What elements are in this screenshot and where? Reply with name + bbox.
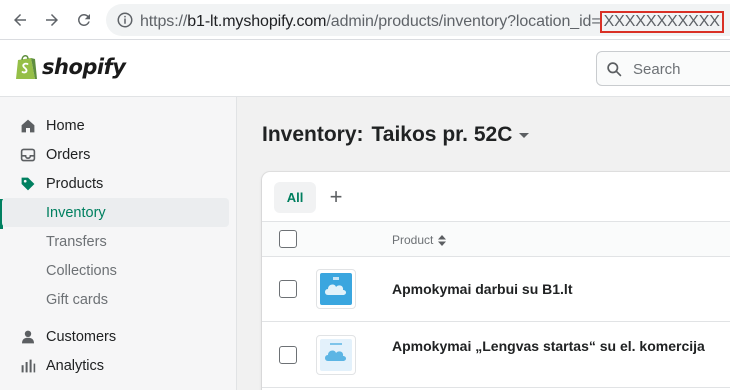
sidebar-item-inventory[interactable]: Inventory (2, 198, 229, 227)
home-icon (21, 119, 35, 133)
sort-icon (438, 234, 447, 246)
sidebar-item-label: Transfers (46, 233, 107, 250)
sidebar-item-orders[interactable]: Orders (0, 140, 237, 169)
page-title-text: Inventory: (262, 123, 364, 146)
add-view-button[interactable]: + (326, 186, 346, 208)
shopify-bag-icon (16, 55, 37, 79)
sidebar: Home Orders Products Inventory Transfers… (0, 97, 237, 390)
url-host: b1-lt.myshopify.com (187, 13, 327, 30)
url-path: /admin/products/inventory?location_id= (326, 13, 601, 30)
shopify-logo[interactable]: shopify (14, 53, 126, 81)
inbox-icon (20, 148, 36, 162)
cloud-icon (325, 277, 346, 295)
sidebar-item-label: Products (46, 175, 104, 192)
column-header-label: Product (392, 233, 434, 247)
sidebar-item-transfers[interactable]: Transfers (0, 227, 237, 256)
sidebar-item-label: Gift cards (46, 291, 109, 308)
redacted-location-id: XXXXXXXXXXX (599, 11, 724, 33)
sidebar-item-label: Home (46, 117, 85, 134)
search-input[interactable]: Search (596, 51, 730, 86)
sidebar-item-label: Orders (46, 146, 91, 163)
column-header-product[interactable]: Product (392, 233, 447, 247)
product-image (320, 339, 352, 371)
table-row[interactable]: Apmokymai darbui su B1.lt (262, 257, 730, 322)
site-info-icon[interactable] (116, 11, 134, 29)
cloud-icon (325, 343, 346, 361)
sidebar-item-analytics[interactable]: Analytics (0, 351, 237, 380)
forward-button[interactable] (40, 8, 64, 32)
sidebar-item-label: Customers (46, 328, 117, 345)
sidebar-item-label: Inventory (46, 204, 106, 221)
location-selector[interactable]: Taikos pr. 52C (372, 123, 513, 147)
search-icon (607, 62, 622, 77)
product-name[interactable]: Apmokymai darbui su B1.lt (392, 279, 712, 299)
table-header: Product (262, 221, 730, 257)
product-image (320, 273, 352, 305)
table-row[interactable]: Apmokymai „Lengvas startas“ su el. komer… (262, 323, 730, 388)
sidebar-item-products[interactable]: Products (0, 169, 237, 198)
url-text: https://b1-lt.myshopify.com/admin/produc… (140, 11, 724, 33)
person-icon (22, 330, 34, 344)
app-header: shopify Search (0, 40, 730, 97)
select-all-checkbox[interactable] (279, 230, 297, 248)
arrow-left-icon (14, 14, 26, 26)
row-checkbox[interactable] (279, 346, 297, 364)
sidebar-item-gift-cards[interactable]: Gift cards (0, 285, 237, 314)
url-prefix: https:// (140, 13, 188, 30)
reload-icon (77, 13, 90, 26)
caret-down-icon[interactable] (519, 132, 530, 138)
inventory-card: All + Product Apmokymai darbui su B1.lt … (262, 172, 730, 390)
product-thumbnail[interactable] (316, 335, 356, 375)
sidebar-item-customers[interactable]: Customers (0, 322, 237, 351)
sidebar-item-label: Collections (46, 262, 117, 279)
sidebar-item-label: Analytics (46, 357, 105, 374)
row-checkbox[interactable] (279, 280, 297, 298)
plus-icon: + (329, 184, 343, 209)
back-button[interactable] (8, 8, 32, 32)
sidebar-item-collections[interactable]: Collections (0, 256, 237, 285)
product-name[interactable]: Apmokymai „Lengvas startas“ su el. komer… (392, 336, 712, 356)
tag-icon (21, 177, 35, 191)
search-placeholder: Search (633, 61, 681, 78)
browser-toolbar: https://b1-lt.myshopify.com/admin/produc… (0, 0, 730, 40)
address-bar[interactable]: https://b1-lt.myshopify.com/admin/produc… (106, 4, 730, 36)
page-title: Inventory: Taikos pr. 52C (262, 123, 530, 147)
bar-chart-icon (21, 359, 36, 373)
tab-all[interactable]: All (274, 182, 316, 213)
logo-wordmark: shopify (42, 55, 126, 79)
product-thumbnail[interactable] (316, 269, 356, 309)
arrow-right-icon (46, 14, 58, 26)
reload-button[interactable] (72, 8, 96, 32)
sidebar-item-home[interactable]: Home (0, 111, 237, 140)
